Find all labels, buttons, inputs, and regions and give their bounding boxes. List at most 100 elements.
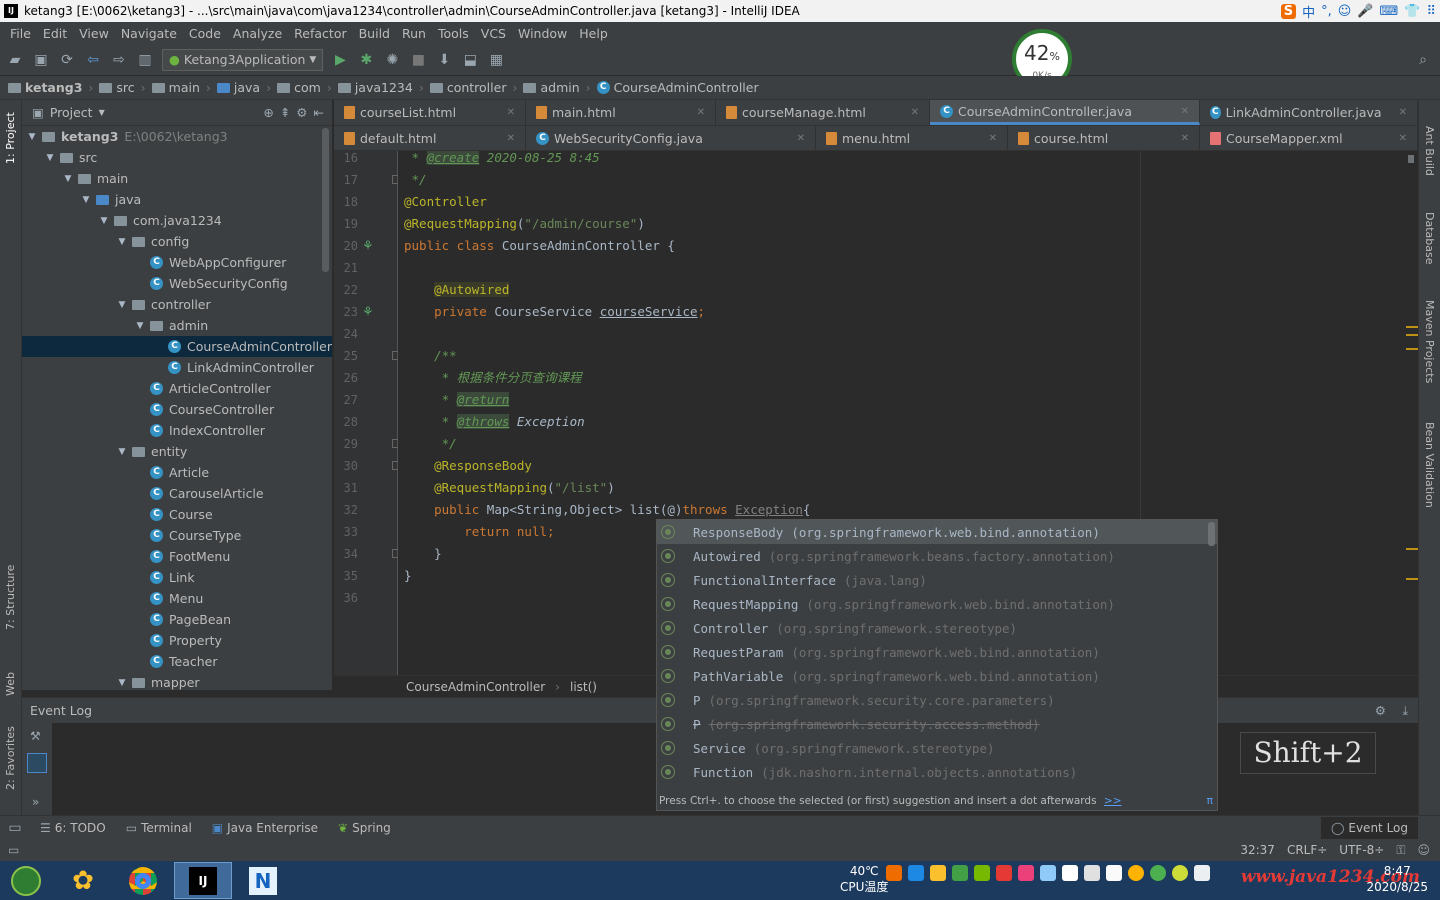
crumb-admin[interactable]: admin <box>523 80 580 95</box>
code-line[interactable]: } <box>404 543 442 565</box>
completion-item[interactable]: PathVariable (org.springframework.web.bin… <box>657 664 1217 688</box>
tool-bean-validation-tab[interactable]: Bean Validation <box>1423 422 1436 508</box>
ime-voice-icon[interactable]: 🎤 <box>1357 4 1373 19</box>
tool-favorites-tab[interactable]: 2: Favorites <box>4 726 17 790</box>
pi-icon[interactable]: π <box>1207 792 1213 810</box>
tool-database-tab[interactable]: Database <box>1423 212 1436 265</box>
close-tab-icon[interactable]: ✕ <box>685 107 705 118</box>
menu-analyze[interactable]: Analyze <box>227 26 288 41</box>
java-enterprise-tab[interactable]: ▣ Java Enterprise <box>202 821 328 835</box>
error-stripe-mark[interactable] <box>1406 348 1418 350</box>
expand-arrow-icon[interactable]: ▼ <box>80 195 92 205</box>
tree-item[interactable]: C CarouselArticle <box>22 483 332 504</box>
tree-item[interactable]: C FootMenu <box>22 546 332 567</box>
sdk-icon[interactable]: ⬓ <box>461 51 479 69</box>
file-encoding[interactable]: UTF-8÷ <box>1339 843 1384 857</box>
sogou-icon[interactable]: S <box>1280 4 1297 19</box>
taskbar-app-intellij[interactable]: IJ <box>174 862 232 899</box>
ime-chinese[interactable]: 中 <box>1302 2 1315 21</box>
close-tab-icon[interactable]: ✕ <box>1169 106 1189 117</box>
tree-item[interactable]: C Course <box>22 504 332 525</box>
tree-item[interactable]: ▼ main <box>22 168 332 189</box>
tree-item[interactable]: ▼ com.java1234 <box>22 210 332 231</box>
cpu-temperature[interactable]: 40℃ CPU温度 <box>840 863 888 895</box>
code-line[interactable]: @RequestMapping("/admin/course") <box>404 213 645 235</box>
ime-keyboard-icon[interactable]: ⌨ <box>1380 4 1399 19</box>
tool-ant-build-tab[interactable]: Ant Build <box>1423 126 1436 176</box>
tree-item[interactable]: C IndexController <box>22 420 332 441</box>
chrome-tray-icon[interactable] <box>1128 865 1144 881</box>
tool-maven-tab[interactable]: Maven Projects <box>1423 300 1436 383</box>
code-line[interactable]: @ResponseBody <box>404 455 532 477</box>
expand-arrow-icon[interactable]: ▼ <box>116 237 128 247</box>
structure-icon[interactable]: ▦ <box>487 51 505 69</box>
lock-icon[interactable]: ⚿ <box>1396 843 1405 858</box>
tree-item[interactable]: C Property <box>22 630 332 651</box>
code-line[interactable]: public Map<String,Object> list(@)throws … <box>404 499 810 521</box>
error-stripe-mark[interactable] <box>1406 548 1418 550</box>
popup-scrollbar[interactable] <box>1208 522 1215 546</box>
tree-item[interactable]: ▼ src <box>22 147 332 168</box>
crumb-src[interactable]: src <box>99 80 135 95</box>
tree-scrollbar[interactable] <box>322 128 329 272</box>
expand-arrow-icon[interactable]: ▼ <box>44 153 56 163</box>
back-icon[interactable]: ⇦ <box>84 51 102 69</box>
completion-item[interactable]: RequestMapping (org.springframework.web.b… <box>657 592 1217 616</box>
tree-item[interactable]: C Article <box>22 462 332 483</box>
editor-tab[interactable]: course.html ✕ <box>1008 126 1200 150</box>
completion-item[interactable]: Function (jdk.nashorn.internal.objects.an… <box>657 760 1217 784</box>
code-line[interactable]: public class CourseAdminController { <box>404 235 675 257</box>
completion-item[interactable]: FunctionalInterface (java.lang) <box>657 568 1217 592</box>
code-line[interactable]: @Autowired <box>404 279 510 301</box>
tree-item[interactable]: C LinkAdminController <box>22 357 332 378</box>
ime-punct[interactable]: °, <box>1321 4 1332 19</box>
close-tab-icon[interactable]: ✕ <box>1387 107 1407 118</box>
code-line[interactable]: return null; <box>404 521 554 543</box>
chevron-down-icon[interactable]: ▼ <box>99 108 105 117</box>
crumb-method-name[interactable]: list() <box>570 680 597 694</box>
error-stripe-mark[interactable] <box>1406 334 1418 336</box>
expand-arrow-icon[interactable]: ▼ <box>134 321 146 331</box>
debug-icon[interactable]: ✱ <box>357 51 375 69</box>
code-line[interactable]: } <box>404 565 412 587</box>
expand-arrow-icon[interactable]: ▼ <box>62 174 74 184</box>
collapse-icon[interactable]: ⇞ <box>280 105 290 120</box>
todo-tab[interactable]: ☰ 6: TODO <box>30 821 116 835</box>
expand-arrow-icon[interactable]: ▼ <box>98 216 110 226</box>
close-tab-icon[interactable]: ✕ <box>785 133 805 144</box>
save-icon[interactable]: ▣ <box>32 51 50 69</box>
vbox-tray-icon[interactable] <box>908 865 924 881</box>
tree-item[interactable]: C WebAppConfigurer <box>22 252 332 273</box>
inspector-icon[interactable]: ☺ <box>1417 843 1430 857</box>
error-stripe-mark[interactable] <box>1406 326 1418 328</box>
tree-item[interactable]: ▼ java <box>22 189 332 210</box>
run-config-dropdown[interactable]: ● Ketang3Application ▼ <box>162 48 324 71</box>
crumb-java[interactable]: java <box>216 80 260 95</box>
tree-item[interactable]: C Menu <box>22 588 332 609</box>
tool-project-tab[interactable]: 1: Project <box>4 112 17 164</box>
event-log-tab[interactable]: ◯ Event Log <box>1320 816 1418 839</box>
volume-tray-icon[interactable] <box>1194 865 1210 881</box>
autowired-gutter-icon[interactable]: ⚘ <box>362 305 374 320</box>
code-line[interactable]: * @throws Exception <box>404 411 585 433</box>
editor-tab[interactable]: default.html ✕ <box>334 126 526 150</box>
tree-item[interactable]: C PageBean <box>22 609 332 630</box>
expand-arrow-icon[interactable]: ▼ <box>116 300 128 310</box>
taskbar-app-explorer[interactable]: ✿ <box>54 862 112 899</box>
clock[interactable]: 8:47 2020/8/25 <box>1366 863 1428 895</box>
crumb-java1234[interactable]: java1234 <box>337 80 413 95</box>
ime-skin-icon[interactable]: 👕 <box>1404 4 1420 19</box>
close-tab-icon[interactable]: ✕ <box>495 107 515 118</box>
start-button[interactable] <box>0 862 52 899</box>
menu-view[interactable]: View <box>73 26 115 41</box>
hide-panel-icon[interactable]: ⤓ <box>1402 703 1408 719</box>
close-tab-icon[interactable]: ✕ <box>899 107 919 118</box>
close-tab-icon[interactable]: ✕ <box>1169 133 1189 144</box>
terminal-tab[interactable]: ▭ Terminal <box>116 821 202 835</box>
project-view-selector[interactable]: Project <box>50 105 93 120</box>
notification-tray-icon[interactable] <box>1106 865 1122 881</box>
hide-tool-windows-icon[interactable]: ▭ <box>8 843 19 857</box>
plus-tray-icon[interactable] <box>1172 865 1188 881</box>
display-tray-icon[interactable] <box>1084 865 1100 881</box>
editor-scrollbar[interactable] <box>1406 151 1418 675</box>
